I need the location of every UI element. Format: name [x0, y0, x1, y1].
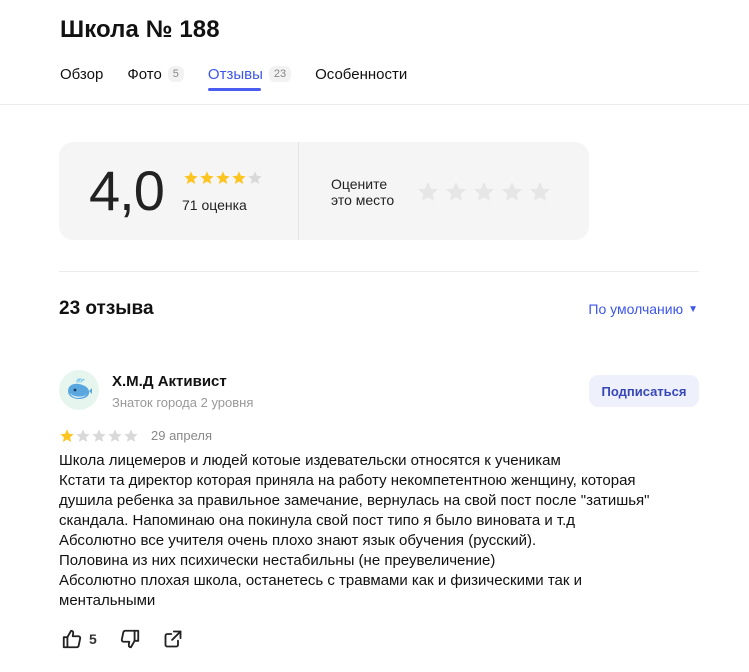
section-divider: [59, 271, 699, 272]
star-icon: [60, 429, 74, 442]
tab-label: Особенности: [315, 65, 408, 83]
dislike-button[interactable]: [119, 628, 141, 650]
like-button[interactable]: 5: [61, 628, 97, 650]
avatar[interactable]: [59, 370, 99, 410]
star-icon: [216, 171, 230, 184]
review-actions: 5: [61, 628, 183, 650]
review-text-line: скандала. Напоминаю она покинула свой по…: [59, 512, 576, 529]
star-icon[interactable]: [472, 180, 496, 204]
star-icon[interactable]: [444, 180, 468, 204]
tab-label: Отзывы: [207, 65, 263, 83]
subscribe-button[interactable]: Подписаться: [589, 375, 699, 407]
thumb-down-icon: [120, 629, 139, 649]
rate-stars-input[interactable]: [416, 180, 556, 204]
sort-label: По умолчанию: [588, 301, 684, 317]
review-text-line: Школа лицемеров и людей котоые издевател…: [59, 452, 561, 469]
review-text: Школа лицемеров и людей котоые издевател…: [59, 451, 719, 611]
star-icon: [200, 171, 214, 184]
page-title: Школа № 188: [60, 16, 220, 43]
reviews-count-heading: 23 отзыва: [59, 298, 154, 319]
star-icon: [124, 429, 138, 442]
review-text-line: Абсолютно плохая школа, останетесь с тра…: [59, 572, 583, 589]
rate-prompt: Оцените это место: [331, 176, 395, 208]
star-icon: [92, 429, 106, 442]
review-author-level: Знаток города 2 уровня: [112, 395, 254, 410]
average-rating: 4,0: [89, 159, 165, 222]
star-icon: [248, 171, 262, 184]
rating-card: 4,0 71 оценка Оцените это место: [59, 142, 589, 240]
card-divider: [298, 142, 299, 240]
tab-label: Обзор: [60, 65, 104, 83]
tabs-bar: Обзор Фото 5 Отзывы 23 Особенности: [60, 63, 431, 91]
star-icon: [232, 171, 246, 184]
share-icon: [164, 630, 182, 648]
sort-dropdown[interactable]: По умолчанию ▼: [588, 301, 698, 317]
average-rating-stars: [183, 170, 263, 186]
review-text-line: душила ребенка за правильное замечание, …: [59, 492, 650, 509]
star-icon[interactable]: [528, 180, 552, 204]
tab-overview[interactable]: Обзор: [60, 63, 103, 85]
review-text-line: Абсолютно все учителя очень плохо знают …: [59, 532, 537, 549]
star-icon[interactable]: [416, 180, 440, 204]
whale-icon: [68, 378, 92, 399]
tab-reviews[interactable]: Отзывы 23: [207, 63, 292, 91]
review-author-name[interactable]: Х.М.Д Активист: [112, 373, 227, 390]
review-text-line: ментальными: [59, 592, 156, 609]
star-icon: [108, 429, 122, 442]
star-icon: [76, 429, 90, 442]
like-count: 5: [89, 631, 97, 647]
share-button[interactable]: [163, 629, 183, 649]
tab-features[interactable]: Особенности: [315, 63, 407, 85]
thumb-up-icon: [62, 629, 82, 649]
review-date: 29 апреля: [151, 428, 212, 443]
review-text-line: Кстати та директор которая приняла на ра…: [59, 472, 636, 489]
tab-photos[interactable]: Фото 5: [127, 63, 184, 85]
star-icon[interactable]: [500, 180, 524, 204]
tab-label: Фото: [127, 65, 162, 83]
tabs-divider: [0, 104, 749, 105]
tab-count-badge: 23: [268, 66, 292, 82]
caret-down-icon: ▼: [688, 303, 698, 315]
review-text-line: Половина из них психически нестабильны (…: [59, 552, 496, 569]
rating-count: 71 оценка: [182, 197, 247, 213]
review-rating-stars: [59, 428, 139, 444]
star-icon: [184, 171, 198, 184]
tab-count-badge: 5: [167, 66, 184, 82]
